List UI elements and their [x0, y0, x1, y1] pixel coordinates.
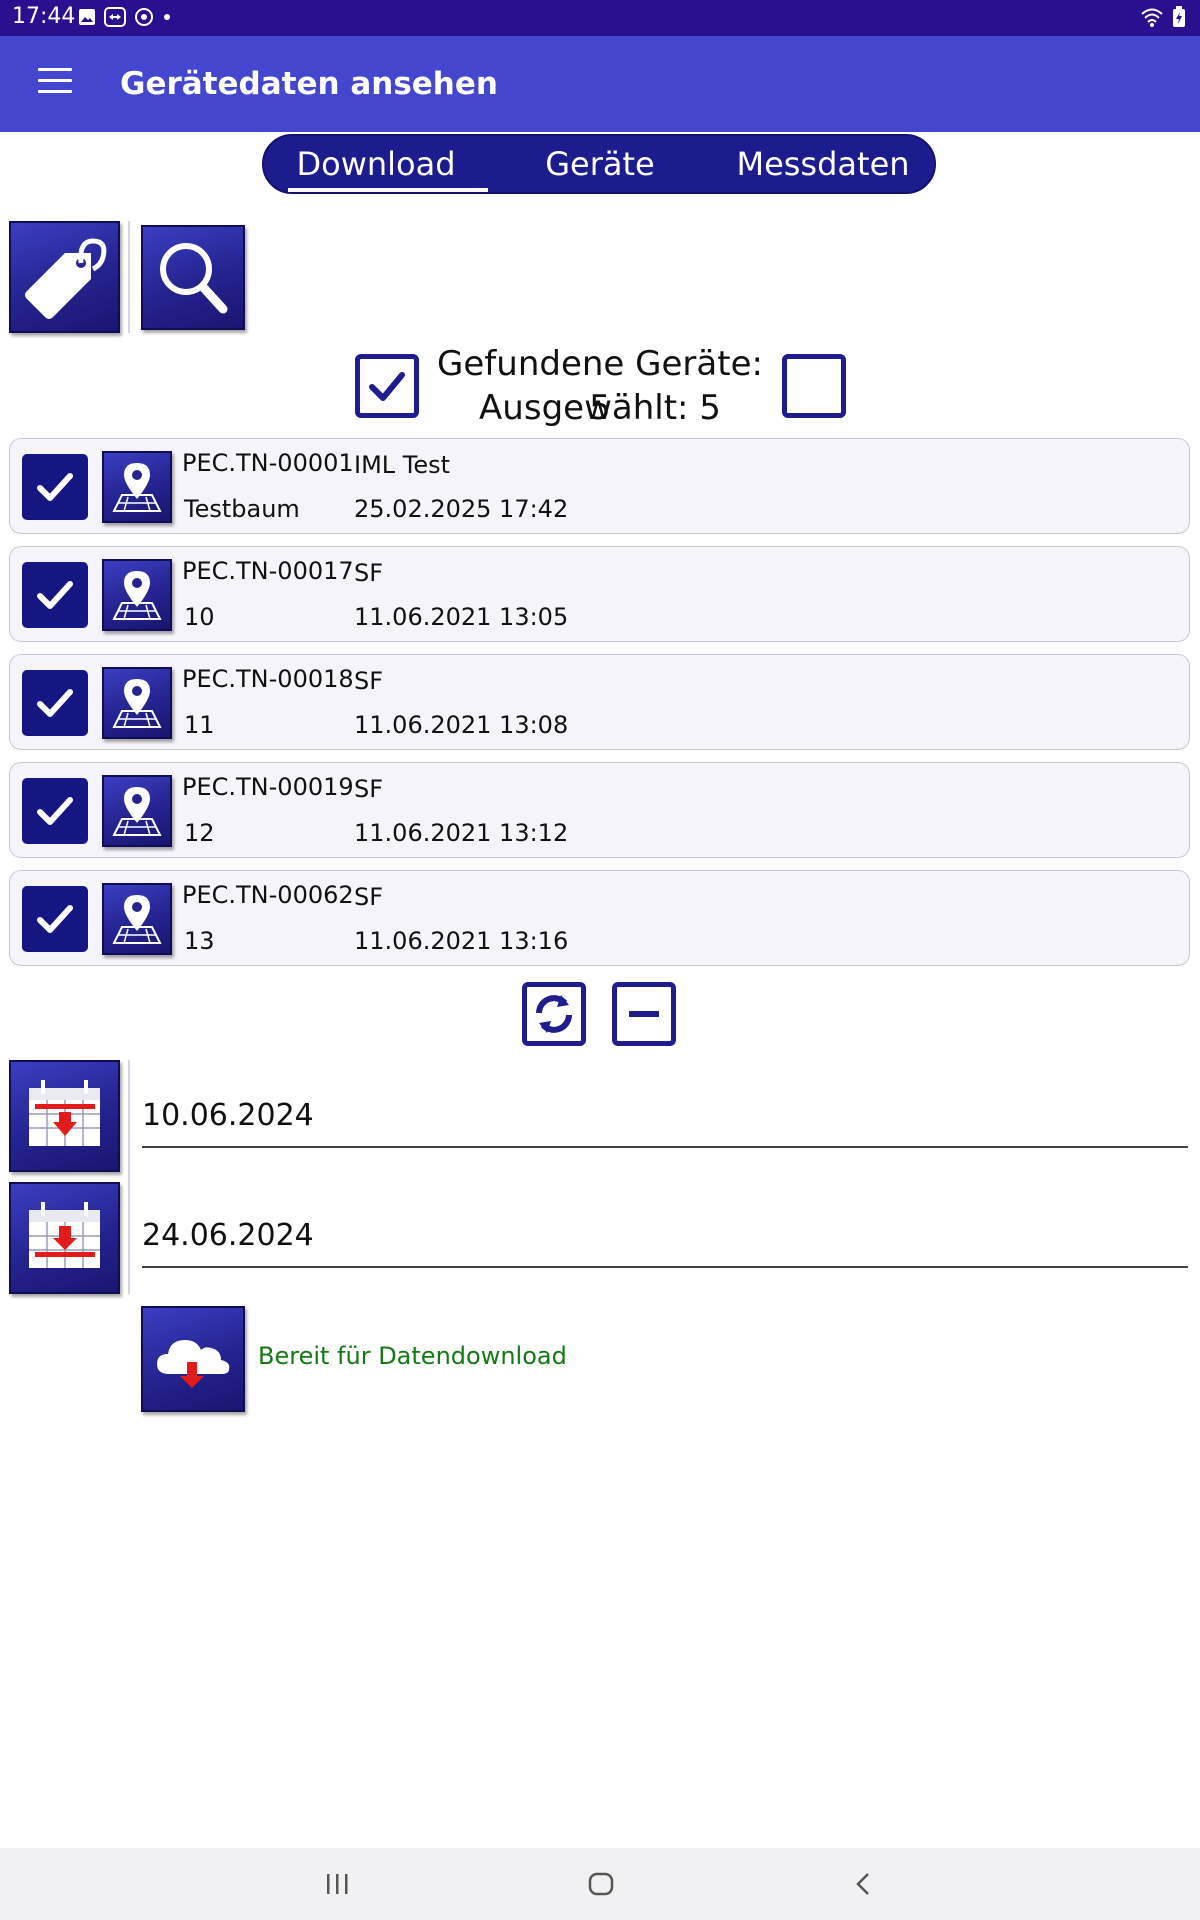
divider [128, 221, 130, 333]
search-icon [160, 243, 228, 314]
device-map-button[interactable] [102, 775, 172, 847]
device-id: PEC.TN-00017 [182, 557, 354, 585]
device-datetime: 25.02.2025 17:42 [354, 495, 569, 523]
start-date-button[interactable] [9, 1060, 120, 1172]
device-map-button[interactable] [102, 667, 172, 739]
end-date-field[interactable]: 24.06.2024 [142, 1206, 1188, 1268]
map-pin-icon [112, 463, 162, 512]
check-icon [37, 905, 73, 933]
divider [128, 1060, 130, 1294]
device-row[interactable]: PEC.TN-00001 IML Test Testbaum 25.02.2025 1… [9, 438, 1190, 534]
device-checkbox[interactable] [22, 562, 88, 628]
tag-button[interactable] [9, 221, 120, 333]
device-name: 11 [184, 711, 215, 739]
check-icon [369, 372, 405, 401]
selected-count-label: Ausgewählt: 5 [479, 388, 721, 428]
device-map-button[interactable] [102, 883, 172, 955]
device-type: SF [354, 667, 384, 695]
back-icon[interactable] [852, 1866, 876, 1902]
download-button[interactable] [141, 1306, 245, 1412]
dot-icon [162, 7, 172, 31]
download-status: Bereit für Datendownload [258, 1342, 567, 1370]
check-icon [37, 797, 73, 825]
home-icon[interactable] [586, 1866, 616, 1902]
device-id: PEC.TN-00018 [182, 665, 354, 693]
sync-icon [134, 7, 154, 31]
image-icon [78, 8, 96, 30]
minus-icon [629, 1011, 659, 1017]
device-row[interactable]: PEC.TN-00019 SF 12 11.06.2021 13:12 [9, 762, 1190, 858]
recent-apps-icon[interactable] [326, 1866, 350, 1902]
device-type: SF [354, 775, 384, 803]
device-type: IML Test [354, 451, 451, 479]
menu-icon[interactable] [38, 68, 72, 98]
tab-download[interactable]: Download [264, 136, 488, 192]
device-id: PEC.TN-00019 [182, 773, 354, 801]
refresh-icon [536, 995, 572, 1033]
map-pin-icon [112, 787, 162, 836]
app-bar: Gerätedaten ansehen [0, 36, 1200, 132]
device-name: 10 [184, 603, 215, 631]
device-type: SF [354, 559, 384, 587]
refresh-button[interactable] [522, 982, 586, 1046]
device-row[interactable]: PEC.TN-00018 SF 11 11.06.2021 13:08 [9, 654, 1190, 750]
system-nav-bar [0, 1848, 1200, 1920]
select-all-checkbox[interactable] [355, 354, 419, 418]
device-checkbox[interactable] [22, 670, 88, 736]
teamviewer-icon [104, 7, 126, 31]
device-datetime: 11.06.2021 13:12 [354, 819, 569, 847]
device-map-button[interactable] [102, 451, 172, 523]
remove-button[interactable] [612, 982, 676, 1046]
device-name: 12 [184, 819, 215, 847]
tab-geraete[interactable]: Geräte [488, 136, 712, 192]
status-bar: 17:44 [0, 0, 1200, 36]
device-type: SF [354, 883, 384, 911]
check-icon [37, 581, 73, 609]
cloud-download-icon [157, 1340, 230, 1388]
wifi-icon [1140, 6, 1164, 32]
page-title: Gerätedaten ansehen [120, 66, 498, 102]
battery-icon [1172, 6, 1186, 32]
device-checkbox[interactable] [22, 778, 88, 844]
search-button[interactable] [141, 225, 245, 330]
device-checkbox[interactable] [22, 454, 88, 520]
status-time: 17:44 [12, 4, 76, 29]
device-name: 13 [184, 927, 215, 955]
tab-messdaten[interactable]: Messdaten [712, 136, 934, 192]
end-date-button[interactable] [9, 1182, 120, 1294]
device-row[interactable]: PEC.TN-00062 SF 13 11.06.2021 13:16 [9, 870, 1190, 966]
device-datetime: 11.06.2021 13:08 [354, 711, 569, 739]
device-name: Testbaum [184, 495, 300, 523]
device-datetime: 11.06.2021 13:16 [354, 927, 569, 955]
map-pin-icon [112, 679, 162, 728]
start-date-field[interactable]: 10.06.2024 [142, 1086, 1188, 1148]
calendar-start-icon [29, 1080, 100, 1146]
check-icon [37, 473, 73, 501]
tag-icon [25, 238, 107, 319]
device-datetime: 11.06.2021 13:05 [354, 603, 569, 631]
device-id: PEC.TN-00001 [182, 449, 354, 477]
tab-bar: Download Geräte Messdaten [262, 134, 936, 194]
map-pin-icon [112, 571, 162, 620]
device-id: PEC.TN-00062 [182, 881, 354, 909]
deselect-all-checkbox[interactable] [782, 354, 846, 418]
map-pin-icon [112, 895, 162, 944]
check-icon [37, 689, 73, 717]
device-checkbox[interactable] [22, 886, 88, 952]
calendar-end-icon [29, 1202, 100, 1268]
device-map-button[interactable] [102, 559, 172, 631]
device-row[interactable]: PEC.TN-00017 SF 10 11.06.2021 13:05 [9, 546, 1190, 642]
